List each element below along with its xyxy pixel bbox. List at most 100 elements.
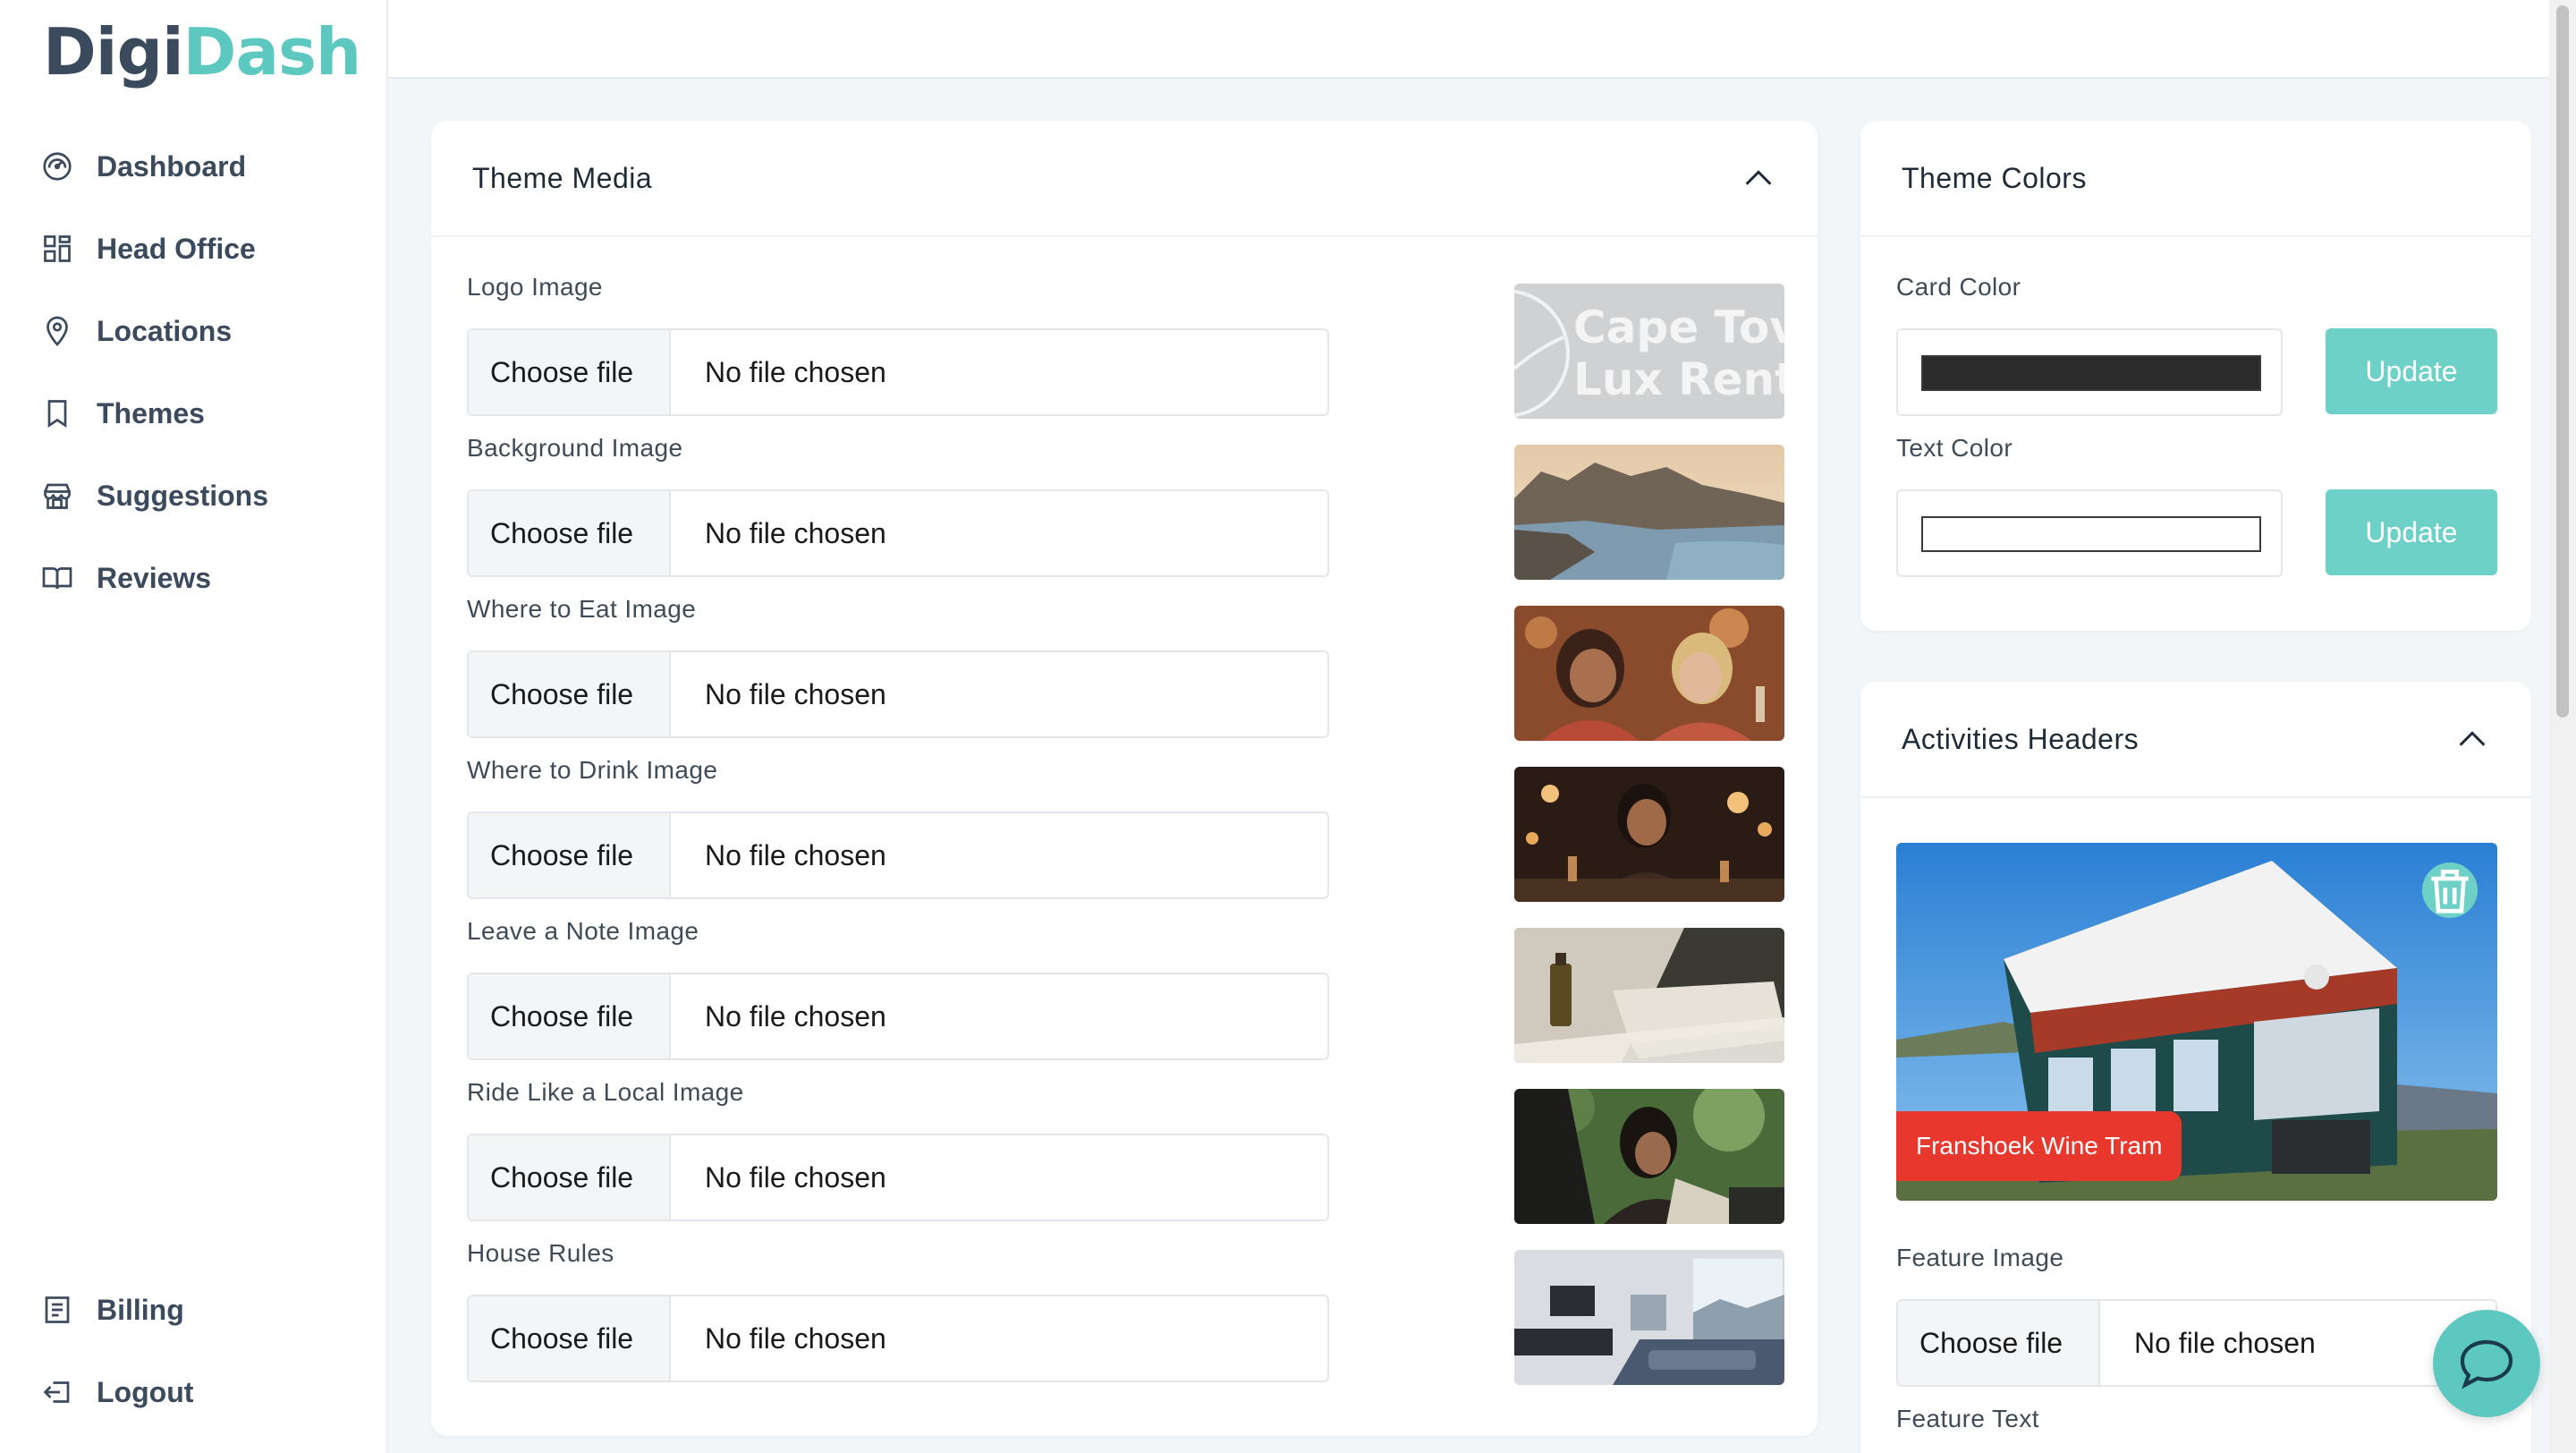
activities-headers-header[interactable]: Activities Headers — [1860, 682, 2531, 798]
card-color-swatch — [1921, 355, 2261, 391]
chevron-up-icon[interactable] — [1741, 160, 1776, 196]
feature-image-input[interactable]: Choose file No file chosen — [1896, 1299, 2497, 1387]
activities-headers-title: Activities Headers — [1902, 722, 2140, 755]
theme-colors-title: Theme Colors — [1902, 161, 2087, 194]
store-icon — [44, 483, 71, 509]
choose-file-button[interactable]: Choose file — [469, 974, 671, 1058]
theme-media-title: Theme Media — [472, 161, 653, 194]
background-image-input[interactable]: Choose file No file chosen — [467, 489, 1329, 577]
choose-file-button[interactable]: Choose file — [469, 652, 671, 736]
sidebar: DigiDash Dashboard Head Office Locations… — [0, 0, 388, 1453]
feature-image-preview: Franshoek Wine Tram — [1896, 843, 2497, 1201]
map-pin-icon — [47, 316, 68, 346]
logo-image-input[interactable]: Choose file No file chosen — [467, 328, 1329, 416]
card-color-picker[interactable] — [1896, 328, 2283, 416]
trash-icon — [2431, 870, 2469, 913]
nav-label-reviews: Reviews — [97, 561, 212, 594]
house-rules-label: House Rules — [467, 1239, 614, 1267]
feature-image-label: Feature Image — [1896, 1244, 2064, 1271]
chat-bubble-icon — [2460, 1339, 2513, 1389]
nav-label-themes: Themes — [97, 396, 205, 429]
update-text-color-button[interactable]: Update — [2326, 489, 2497, 575]
where-to-drink-preview — [1514, 767, 1784, 902]
logo-preview-line2: Lux Rent — [1573, 353, 1784, 405]
ride-like-a-local-preview — [1514, 1089, 1784, 1224]
text-color-picker[interactable] — [1896, 489, 2283, 577]
brand-logo[interactable]: DigiDash — [43, 14, 361, 89]
background-image-label: Background Image — [467, 434, 683, 462]
nav-label-head-office: Head Office — [97, 232, 256, 265]
choose-file-button[interactable]: Choose file — [469, 330, 671, 414]
card-color-label: Card Color — [1896, 273, 2021, 301]
background-image-preview — [1514, 445, 1784, 580]
nav-label-dashboard: Dashboard — [97, 149, 247, 183]
choose-file-button[interactable]: Choose file — [469, 813, 671, 897]
nav-label-logout: Logout — [97, 1375, 194, 1408]
file-status: No file chosen — [705, 999, 886, 1032]
leave-a-note-label: Leave a Note Image — [467, 917, 699, 945]
nav-item-themes[interactable]: Themes — [0, 372, 386, 455]
file-status: No file chosen — [705, 838, 886, 871]
main-nav: Dashboard Head Office Locations Themes S… — [0, 125, 386, 619]
logo-image-preview: Cape Tov Lux Rent — [1514, 284, 1784, 419]
nav-item-suggestions[interactable]: Suggestions — [0, 455, 386, 537]
book-icon — [42, 567, 72, 590]
where-to-drink-input[interactable]: Choose file No file chosen — [467, 811, 1329, 899]
feature-tag: Franshoek Wine Tram — [1896, 1111, 2182, 1181]
theme-media-card: Theme Media Logo Image Choose file No fi… — [431, 121, 1818, 1436]
ride-like-a-local-input[interactable]: Choose file No file chosen — [467, 1134, 1329, 1221]
delete-image-button[interactable] — [2422, 862, 2478, 918]
house-rules-input[interactable]: Choose file No file chosen — [467, 1295, 1329, 1382]
house-rules-preview — [1514, 1250, 1784, 1385]
chevron-up-icon[interactable] — [2454, 721, 2490, 757]
update-card-color-button[interactable]: Update — [2326, 328, 2497, 414]
receipt-icon — [45, 1296, 70, 1323]
choose-file-button[interactable]: Choose file — [469, 1135, 671, 1219]
file-status: No file chosen — [705, 1321, 886, 1355]
choose-file-button[interactable]: Choose file — [469, 1296, 671, 1381]
nav-item-locations[interactable]: Locations — [0, 290, 386, 372]
top-bar — [388, 0, 2549, 79]
grid-icon — [44, 235, 71, 262]
where-to-eat-preview — [1514, 606, 1784, 741]
nav-item-logout[interactable]: Logout — [0, 1351, 386, 1433]
theme-colors-header: Theme Colors — [1860, 121, 2531, 237]
file-status: No file chosen — [705, 1160, 886, 1194]
theme-colors-card: Theme Colors Card Color Update Text Colo… — [1860, 121, 2531, 631]
ride-like-a-local-label: Ride Like a Local Image — [467, 1078, 744, 1106]
page-scrollbar[interactable] — [2549, 0, 2576, 1453]
brand-logo-part1: Digi — [43, 14, 184, 89]
text-color-swatch — [1921, 516, 2261, 552]
chat-button[interactable] — [2433, 1310, 2540, 1417]
file-status: No file chosen — [705, 355, 886, 388]
nav-item-dashboard[interactable]: Dashboard — [0, 125, 386, 208]
file-status: No file chosen — [705, 516, 886, 549]
where-to-eat-label: Where to Eat Image — [467, 595, 697, 623]
bottom-nav: Billing Logout — [0, 1269, 386, 1433]
logout-icon — [43, 1381, 70, 1403]
theme-media-header[interactable]: Theme Media — [431, 121, 1818, 237]
choose-file-button[interactable]: Choose file — [469, 491, 671, 575]
gauge-icon — [43, 152, 72, 181]
file-status: No file chosen — [2134, 1326, 2316, 1359]
activities-headers-card: Activities Headers Franshoek Wine Tram F… — [1860, 682, 2531, 1453]
file-status: No file chosen — [705, 677, 886, 710]
nav-label-locations: Locations — [97, 314, 233, 347]
nav-label-suggestions: Suggestions — [97, 479, 269, 512]
brand-logo-part2: Dash — [182, 14, 361, 89]
choose-file-button[interactable]: Choose file — [1898, 1301, 2100, 1385]
nav-item-reviews[interactable]: Reviews — [0, 537, 386, 619]
logo-image-label: Logo Image — [467, 273, 603, 301]
nav-label-billing: Billing — [97, 1293, 184, 1326]
where-to-drink-label: Where to Drink Image — [467, 756, 718, 784]
scrollbar-thumb[interactable] — [2556, 5, 2569, 718]
logo-preview-line1: Cape Tov — [1573, 302, 1784, 353]
leave-a-note-preview — [1514, 928, 1784, 1063]
leave-a-note-input[interactable]: Choose file No file chosen — [467, 973, 1329, 1060]
feature-text-label: Feature Text — [1896, 1405, 2039, 1432]
nav-item-billing[interactable]: Billing — [0, 1269, 386, 1351]
nav-item-head-office[interactable]: Head Office — [0, 208, 386, 290]
text-color-label: Text Color — [1896, 434, 2013, 462]
bookmark-icon — [47, 400, 67, 429]
where-to-eat-input[interactable]: Choose file No file chosen — [467, 650, 1329, 738]
